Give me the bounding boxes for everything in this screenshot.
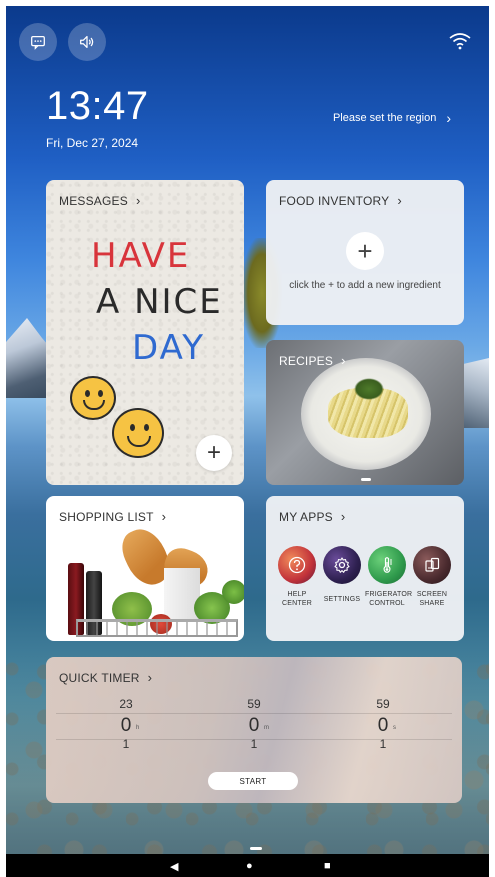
recipes-card[interactable]: RECIPES › [266, 340, 464, 485]
messages-title-label: MESSAGES [59, 193, 128, 208]
vegetable-image [222, 580, 244, 604]
smiley-icon [70, 376, 116, 420]
recipe-herb-image [354, 378, 384, 400]
timer-hours-value: 0 [120, 715, 132, 736]
shopping-list-title[interactable]: SHOPPING LIST › [59, 509, 166, 524]
timer-seconds-picker[interactable]: 59 0s 1 [353, 697, 413, 753]
my-apps-title[interactable]: MY APPS › [279, 509, 345, 524]
wifi-icon[interactable] [449, 32, 471, 50]
app-label: FRIGERATOR CONTROL [365, 591, 413, 607]
timer-minutes-picker[interactable]: 59 0m 1 [224, 697, 284, 753]
system-navbar: ◀ ● ■ [6, 854, 489, 877]
chevron-right-icon: › [446, 110, 451, 126]
shopping-list-card[interactable]: SHOPPING LIST › [46, 496, 244, 641]
app-frigerator-control[interactable]: FRIGERATOR CONTROL [365, 546, 413, 608]
quick-timer-title[interactable]: QUICK TIMER › [59, 670, 152, 685]
food-inventory-title[interactable]: FOOD INVENTORY › [279, 193, 402, 208]
add-ingredient-hint: click the + to add a new ingredient [289, 280, 441, 291]
back-button[interactable]: ◀ [170, 860, 178, 873]
chevron-right-icon: › [341, 353, 346, 368]
messages-shortcut-button[interactable] [19, 23, 57, 61]
food-inventory-card[interactable]: FOOD INVENTORY › + click the + to add a … [266, 180, 464, 325]
quick-timer-card[interactable]: QUICK TIMER › 23 0h 1 59 0m 1 59 0s 1 ST… [46, 657, 462, 803]
chat-icon [31, 35, 45, 50]
home-button[interactable]: ● [246, 860, 253, 872]
timer-seconds-prev: 59 [376, 697, 390, 711]
recipes-page-indicator [361, 478, 371, 481]
home-page-indicator [250, 847, 262, 850]
timer-minutes-next: 1 [250, 737, 258, 751]
clock-time: 13:47 [46, 84, 149, 128]
question-icon [278, 546, 316, 584]
timer-hours-picker[interactable]: 23 0h 1 [96, 697, 156, 753]
shopping-list-title-label: SHOPPING LIST [59, 509, 154, 524]
messages-card[interactable]: MESSAGES › HAVE A NICE DAY + [46, 180, 244, 485]
speaker-icon [80, 35, 94, 49]
note-line-2: A NICE [96, 282, 223, 322]
quick-timer-title-label: QUICK TIMER [59, 670, 140, 685]
timer-minutes-unit: m [264, 725, 269, 731]
food-inventory-title-label: FOOD INVENTORY [279, 193, 390, 208]
smiley-icon [112, 408, 164, 458]
timer-start-button[interactable]: START [208, 772, 298, 790]
add-ingredient-button[interactable]: + [346, 232, 384, 270]
timer-minutes-value: 0 [248, 715, 260, 736]
app-label: SCREEN SHARE [416, 591, 448, 607]
my-apps-title-label: MY APPS [279, 509, 333, 524]
home-screen: 13:47 Fri, Dec 27, 2024 Please set the r… [6, 6, 489, 854]
app-label: SETTINGS [323, 596, 361, 603]
chevron-right-icon: › [340, 509, 346, 524]
timer-minutes-prev: 59 [247, 697, 261, 711]
recipes-title[interactable]: RECIPES › [279, 353, 346, 368]
timer-seconds-value: 0 [377, 715, 389, 736]
chevron-right-icon: › [135, 193, 141, 208]
timer-hours-unit: h [136, 725, 140, 731]
recipes-title-label: RECIPES [279, 353, 334, 368]
recents-button[interactable]: ■ [324, 860, 331, 872]
note-line-1: HAVE [91, 236, 191, 276]
my-apps-card[interactable]: MY APPS › HELP CENTER SETTINGS FRIGERATO… [266, 496, 464, 641]
region-prompt-label: Please set the region [332, 112, 437, 124]
add-message-button[interactable]: + [196, 435, 232, 471]
chevron-right-icon: › [397, 193, 402, 208]
app-screen-share[interactable]: SCREEN SHARE [410, 546, 454, 608]
chevron-right-icon: › [161, 509, 167, 524]
timer-hours-next: 1 [122, 737, 130, 751]
region-prompt[interactable]: Please set the region › [333, 110, 451, 126]
app-label: HELP CENTER [282, 591, 312, 607]
note-line-3: DAY [132, 328, 205, 368]
timer-seconds-next: 1 [379, 737, 387, 751]
app-settings[interactable]: SETTINGS [320, 546, 364, 604]
volume-button[interactable] [68, 23, 106, 61]
clock-date: Fri, Dec 27, 2024 [46, 136, 139, 150]
chevron-right-icon: › [147, 670, 153, 685]
timer-hours-prev: 23 [119, 697, 133, 711]
thermometer-icon [368, 546, 406, 584]
shopping-basket-image [76, 619, 238, 637]
app-help-center[interactable]: HELP CENTER [275, 546, 319, 608]
messages-title[interactable]: MESSAGES › [59, 193, 141, 208]
gear-icon [323, 546, 361, 584]
screen-share-icon [413, 546, 451, 584]
timer-seconds-unit: s [393, 725, 396, 731]
